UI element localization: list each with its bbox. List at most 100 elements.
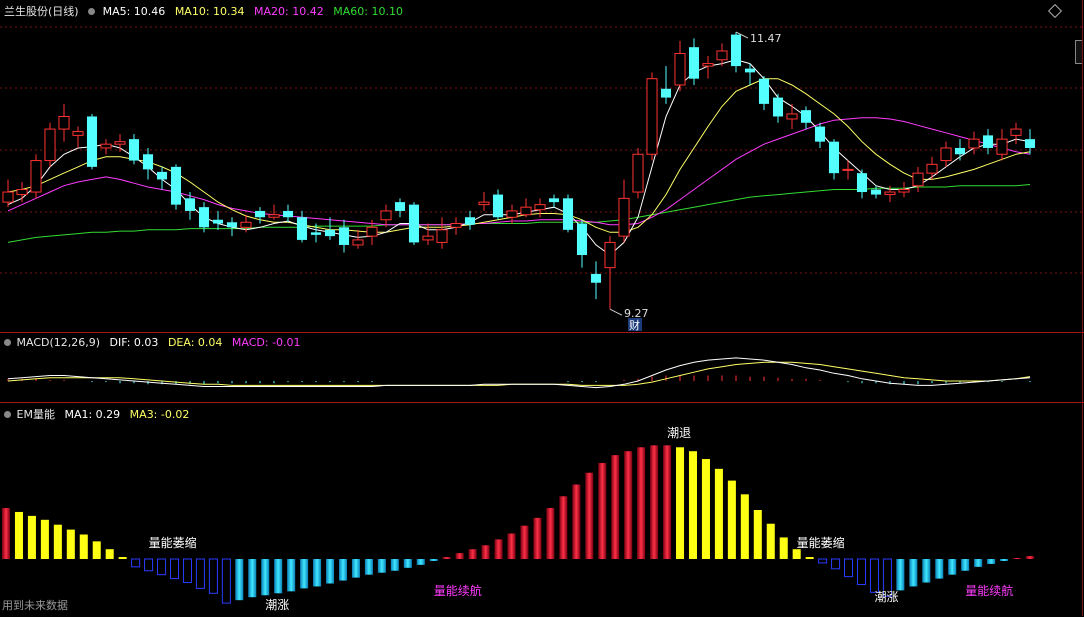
- candle-up: [100, 143, 112, 149]
- candle-down: [576, 223, 588, 256]
- dea-label: DEA: 0.04: [167, 336, 223, 349]
- em-label-rise2: 潮涨: [874, 589, 898, 604]
- em-bar-shrink: [208, 558, 218, 594]
- em-bar-rise: [598, 462, 607, 559]
- em-bar-rise: [624, 451, 633, 559]
- ma20-label: MA20: 10.42: [254, 5, 324, 18]
- em-toggle-icon[interactable]: [4, 411, 11, 418]
- candle-up: [422, 235, 434, 241]
- candle-down: [548, 198, 560, 203]
- price-legend: 兰生股份(日线) MA5: 10.46 MA10: 10.34 MA20: 10…: [4, 3, 409, 19]
- em-bar-retreat: [27, 515, 36, 559]
- em-bar-recover: [338, 559, 348, 581]
- macd-pane[interactable]: MACD(12,26,9) DIF: 0.03 DEA: 0.04 MACD: …: [0, 332, 1084, 403]
- candle-up: [674, 52, 686, 86]
- candle-down: [464, 217, 476, 225]
- em-ma3-label: MA3: -0.02: [129, 408, 190, 421]
- ma20-line: [7, 117, 1031, 226]
- em-bar-recover: [896, 559, 905, 591]
- em-bar-recover: [300, 559, 309, 589]
- candle-down: [492, 194, 504, 218]
- candle-down: [590, 273, 602, 283]
- em-bar-recover: [377, 559, 386, 573]
- candle-down: [184, 198, 196, 211]
- candle-down: [324, 229, 336, 237]
- future-data-note: 用到未来数据: [2, 599, 68, 612]
- candlestick-chart[interactable]: 11.479.27财: [0, 0, 1084, 332]
- dif-line: [7, 357, 1031, 389]
- em-legend: EM量能 MA1: 0.29 MA3: -0.02: [4, 406, 195, 422]
- em-bar-rise: [637, 447, 646, 559]
- em-bar-retreat: [779, 537, 788, 559]
- price-pane[interactable]: 11.47 9.27 财 兰生股份(日线) MA5: 10.46 MA10: 10.…: [0, 0, 1084, 332]
- candle-up: [520, 206, 532, 216]
- em-bar-rise: [546, 508, 555, 559]
- candle-up: [534, 204, 546, 211]
- em-bar-shrink: [182, 558, 192, 584]
- em-bar-recover: [274, 559, 283, 594]
- em-bar-shrink: [869, 558, 879, 593]
- candle-down: [86, 116, 98, 167]
- em-pane[interactable]: 量能萎缩 潮涨 量能续航 潮退 量能萎缩 潮涨 量能续航 EM量能 MA1: 0.29 MA…: [0, 402, 1084, 617]
- em-bar-retreat: [701, 459, 710, 559]
- candle-up: [912, 172, 924, 187]
- em-bar-rise: [1025, 556, 1035, 559]
- candle-up: [898, 189, 910, 193]
- em-bar-recover: [248, 559, 257, 598]
- em-bar-retreat: [66, 529, 75, 559]
- em-volume-chart[interactable]: 量能萎缩潮涨 量能续航 潮退量能萎缩潮涨 量能续航: [0, 403, 1084, 617]
- candle-up: [842, 168, 854, 171]
- em-bar-recover: [287, 559, 296, 592]
- em-bar-recover: [922, 559, 931, 583]
- em-bar-shrink: [856, 558, 867, 585]
- em-bar-recover: [961, 559, 970, 571]
- em-bar-recover: [235, 559, 244, 601]
- em-bar-rise: [520, 525, 529, 559]
- candle-up: [604, 241, 616, 269]
- candle-down: [856, 173, 868, 193]
- candle-up: [450, 223, 462, 228]
- candle-down: [338, 227, 350, 245]
- em-bar-recover: [351, 559, 360, 578]
- em-bar-shrink: [144, 558, 154, 572]
- candle-down: [226, 222, 238, 228]
- em-bar-rise: [1013, 558, 1022, 560]
- em-bar-shrink: [169, 558, 180, 580]
- em-bar-retreat: [766, 523, 775, 559]
- em-bar-recover: [429, 559, 438, 561]
- em-bar-recover: [935, 559, 944, 579]
- em-bar-rise: [442, 557, 451, 559]
- candle-up: [632, 153, 644, 193]
- candle-up: [30, 160, 42, 193]
- em-bar-rise: [468, 549, 477, 559]
- candle-up: [366, 226, 378, 237]
- em-bar-rise: [533, 517, 542, 559]
- macd-toggle-icon[interactable]: [4, 339, 11, 346]
- em-bar-rise: [1, 508, 11, 559]
- candle-up: [968, 138, 980, 149]
- em-bar-retreat: [105, 549, 114, 559]
- em-ma1-label: MA1: 0.29: [64, 408, 121, 421]
- em-bar-recover: [909, 559, 918, 587]
- em-bar-rise: [481, 545, 490, 559]
- em-bar-rise: [663, 445, 672, 559]
- candle-down: [772, 97, 784, 117]
- candle-down: [198, 207, 210, 228]
- em-bar-shrink: [157, 558, 167, 576]
- em-bar-retreat: [676, 447, 685, 559]
- right-border: [1082, 0, 1083, 616]
- candle-down: [254, 210, 266, 218]
- em-bar-rise: [611, 455, 620, 559]
- em-bar-rise: [572, 484, 581, 559]
- em-bar-shrink: [195, 558, 205, 589]
- low-pointer: [609, 308, 623, 316]
- candle-down: [156, 171, 168, 180]
- em-label-rise1: 潮涨: [265, 597, 289, 612]
- candle-down: [310, 232, 322, 235]
- candle-up: [716, 50, 728, 61]
- candle-down: [982, 135, 994, 148]
- legend-toggle-icon[interactable]: [88, 8, 96, 15]
- candle-up: [702, 63, 714, 67]
- candle-down: [758, 78, 770, 104]
- em-bar-recover: [364, 559, 373, 575]
